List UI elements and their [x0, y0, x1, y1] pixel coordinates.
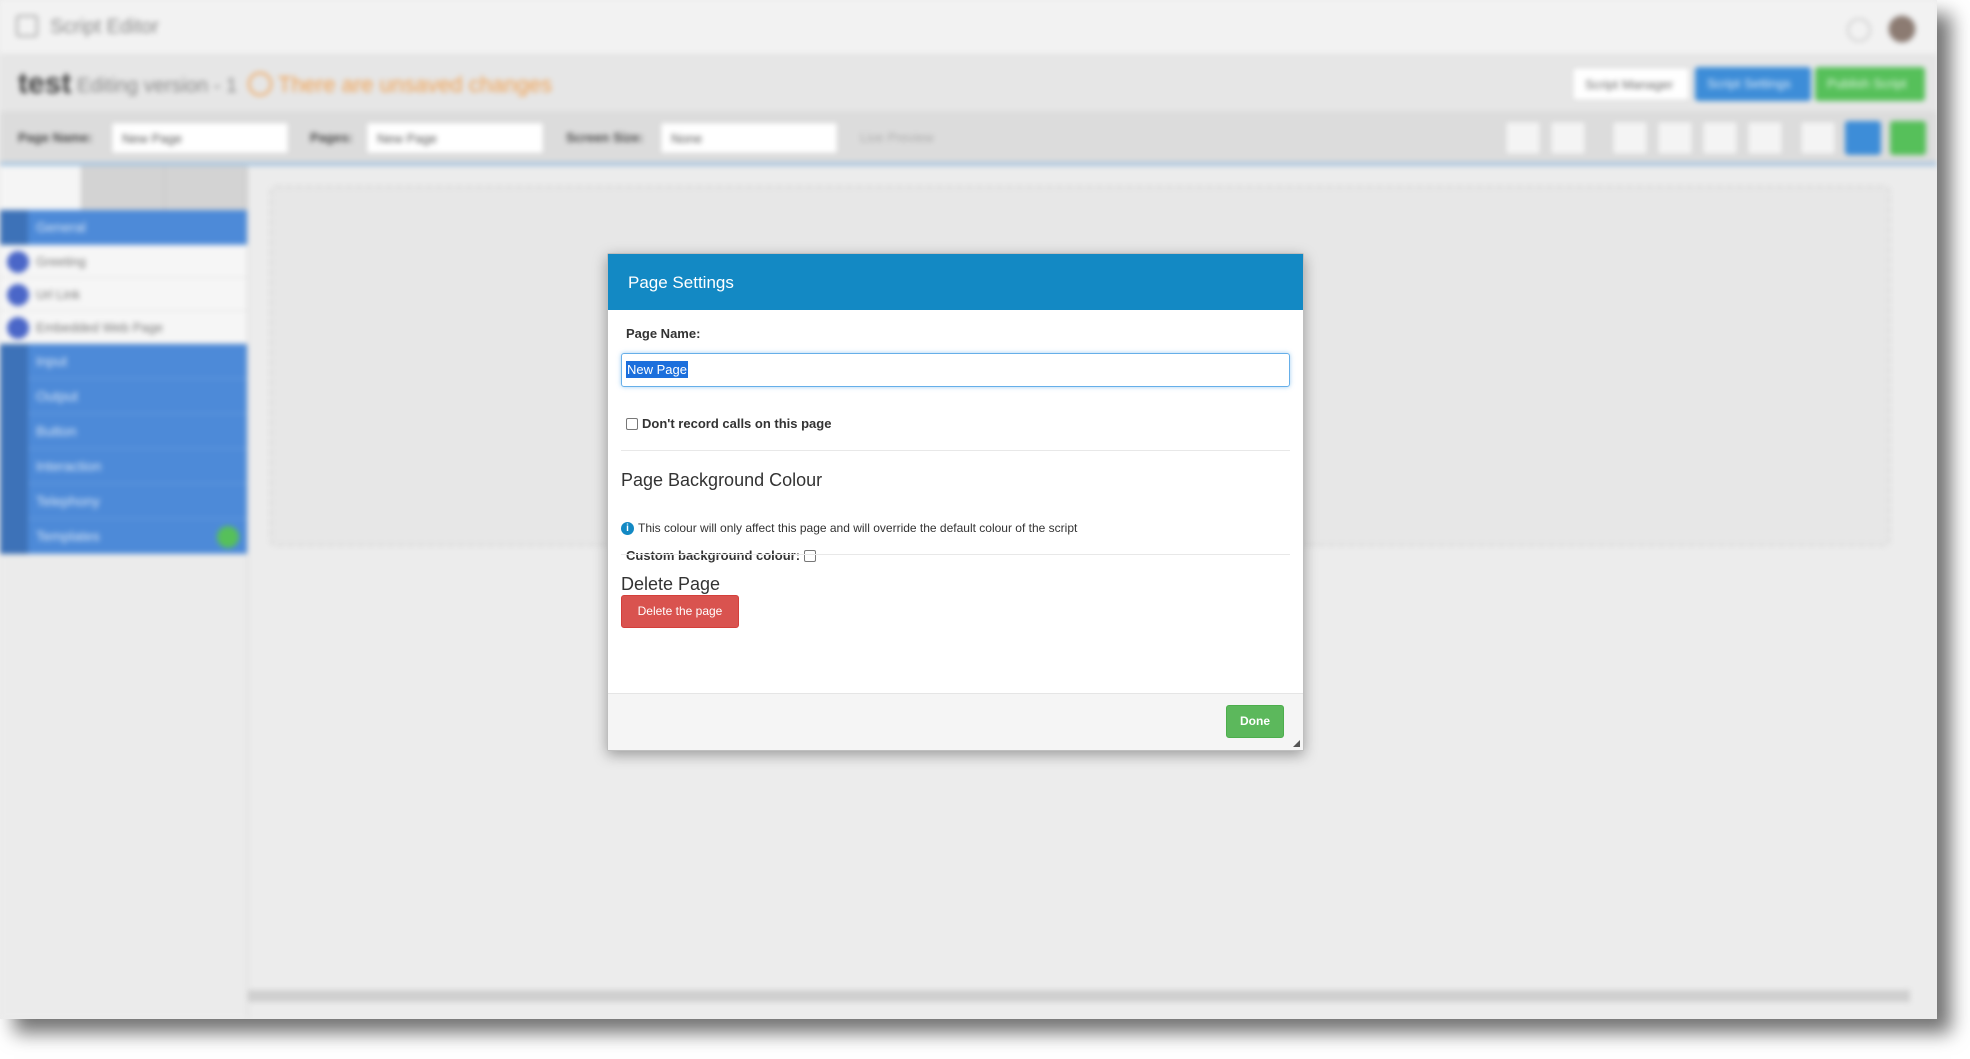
pages-select[interactable]: New Page: [366, 122, 544, 154]
custom-bg-label[interactable]: Custom background colour:: [626, 548, 800, 563]
chevron-right-icon: [0, 344, 28, 379]
script-header: test Editing version - 1 There are unsav…: [0, 55, 1937, 111]
settings-icon[interactable]: [1747, 121, 1783, 155]
script-name: test: [18, 67, 72, 100]
version-text: Editing version - 1: [77, 75, 238, 97]
component-label: Url Link: [36, 287, 81, 302]
divider: [621, 450, 1290, 451]
component-label: Embedded Web Page: [36, 320, 163, 335]
component-sidebar: General Greeting Url Link Embedded Web P…: [0, 166, 248, 1019]
live-preview-label[interactable]: Live Preview: [860, 130, 934, 145]
align-icon[interactable]: [1702, 121, 1738, 155]
category-label: Button: [36, 423, 77, 439]
app-window: Script Editor test Editing version - 1 T…: [0, 0, 1937, 1019]
category-interaction[interactable]: Interaction: [0, 449, 247, 484]
tab-properties[interactable]: [82, 166, 165, 210]
category-label: Input: [36, 353, 68, 369]
page-name-field[interactable]: New Page: [621, 353, 1290, 387]
page-name-label: Page Name:: [18, 130, 93, 145]
top-bar: Script Editor: [0, 0, 1937, 55]
category-label: Templates: [36, 528, 100, 544]
delete-page-button[interactable]: Delete the page: [621, 595, 739, 628]
screen-size-label: Screen Size:: [566, 130, 644, 145]
chart-icon[interactable]: [1550, 121, 1586, 155]
chevron-right-icon: [0, 484, 28, 519]
category-templates[interactable]: Templates: [0, 519, 247, 554]
copy-icon[interactable]: [1845, 121, 1881, 155]
category-label: Telephony: [36, 493, 100, 509]
sidebar-tabs: [0, 166, 247, 210]
chevron-right-icon: [0, 449, 28, 484]
category-button[interactable]: Button: [0, 414, 247, 449]
help-icon[interactable]: [1847, 18, 1871, 42]
app-title: Script Editor: [50, 16, 159, 38]
component-url-link[interactable]: Url Link: [0, 278, 247, 311]
user-avatar[interactable]: [1887, 14, 1917, 44]
warning-icon: [248, 72, 272, 96]
screenshot-stage: Script Editor test Editing version - 1 T…: [0, 0, 1970, 1059]
greeting-icon: [7, 251, 29, 273]
add-template-icon[interactable]: [217, 526, 239, 548]
screen-size-select[interactable]: None: [660, 122, 838, 154]
tab-components[interactable]: [0, 166, 83, 210]
divider: [621, 554, 1290, 555]
resize-handle-icon[interactable]: [1293, 740, 1300, 747]
dont-record-row: Don't record calls on this page: [626, 416, 831, 431]
dialog-title: Page Settings: [608, 254, 1303, 310]
editor-toolbar: Page Name: New Page Pages: New Page Scre…: [0, 111, 1937, 166]
dialog-body: Page Name: New Page Don't record calls o…: [608, 310, 1303, 695]
page-name-value: New Page: [626, 361, 688, 378]
page-name-input[interactable]: New Page: [111, 122, 289, 154]
script-settings-button[interactable]: Script Settings: [1695, 67, 1811, 101]
link-icon: [7, 284, 29, 306]
info-icon: i: [621, 521, 634, 535]
category-telephony[interactable]: Telephony: [0, 484, 247, 519]
horizontal-scrollbar[interactable]: [248, 990, 1910, 1002]
custom-bg-checkbox[interactable]: [804, 549, 817, 562]
chevron-right-icon: [0, 414, 28, 449]
dialog-footer: Done: [608, 693, 1303, 750]
category-general[interactable]: General: [0, 210, 247, 245]
pointer-icon[interactable]: [1612, 121, 1648, 155]
category-label: General: [36, 219, 86, 235]
web-page-icon: [7, 317, 29, 339]
bg-colour-heading: Page Background Colour: [621, 470, 823, 490]
hierarchy-icon[interactable]: [1657, 121, 1693, 155]
component-label: Greeting: [36, 254, 86, 269]
category-label: Interaction: [36, 458, 102, 474]
category-output[interactable]: Output: [0, 379, 247, 414]
bg-colour-info-text: This colour will only affect this page a…: [638, 521, 1078, 535]
publish-script-button[interactable]: Publish Script: [1815, 67, 1925, 101]
page-settings-dialog: Page Settings Page Name: New Page Don't …: [607, 253, 1304, 751]
component-greeting[interactable]: Greeting: [0, 245, 247, 278]
file-icon[interactable]: [1800, 121, 1836, 155]
category-label: Output: [36, 388, 79, 404]
tab-layers[interactable]: [164, 166, 247, 210]
custom-bg-row: Custom background colour:: [626, 548, 817, 563]
dont-record-label[interactable]: Don't record calls on this page: [642, 416, 831, 431]
done-button[interactable]: Done: [1226, 705, 1284, 738]
zoom-icon[interactable]: [1505, 121, 1541, 155]
save-icon[interactable]: [1890, 121, 1926, 155]
pages-label: Pages:: [310, 130, 353, 145]
chevron-right-icon: [0, 519, 28, 554]
script-editor-logo-icon: [16, 15, 38, 37]
delete-page-heading: Delete Page: [621, 574, 721, 594]
dont-record-checkbox[interactable]: [626, 417, 638, 430]
script-manager-button[interactable]: Script Manager: [1572, 67, 1690, 101]
chevron-down-icon: [0, 210, 28, 245]
chevron-right-icon: [0, 379, 28, 414]
component-embedded-web-page[interactable]: Embedded Web Page: [0, 311, 247, 344]
unsaved-changes-text: There are unsaved changes: [278, 72, 552, 97]
bg-colour-info: i This colour will only affect this page…: [621, 521, 1077, 535]
category-input[interactable]: Input: [0, 344, 247, 379]
page-name-label: Page Name:: [626, 326, 701, 341]
